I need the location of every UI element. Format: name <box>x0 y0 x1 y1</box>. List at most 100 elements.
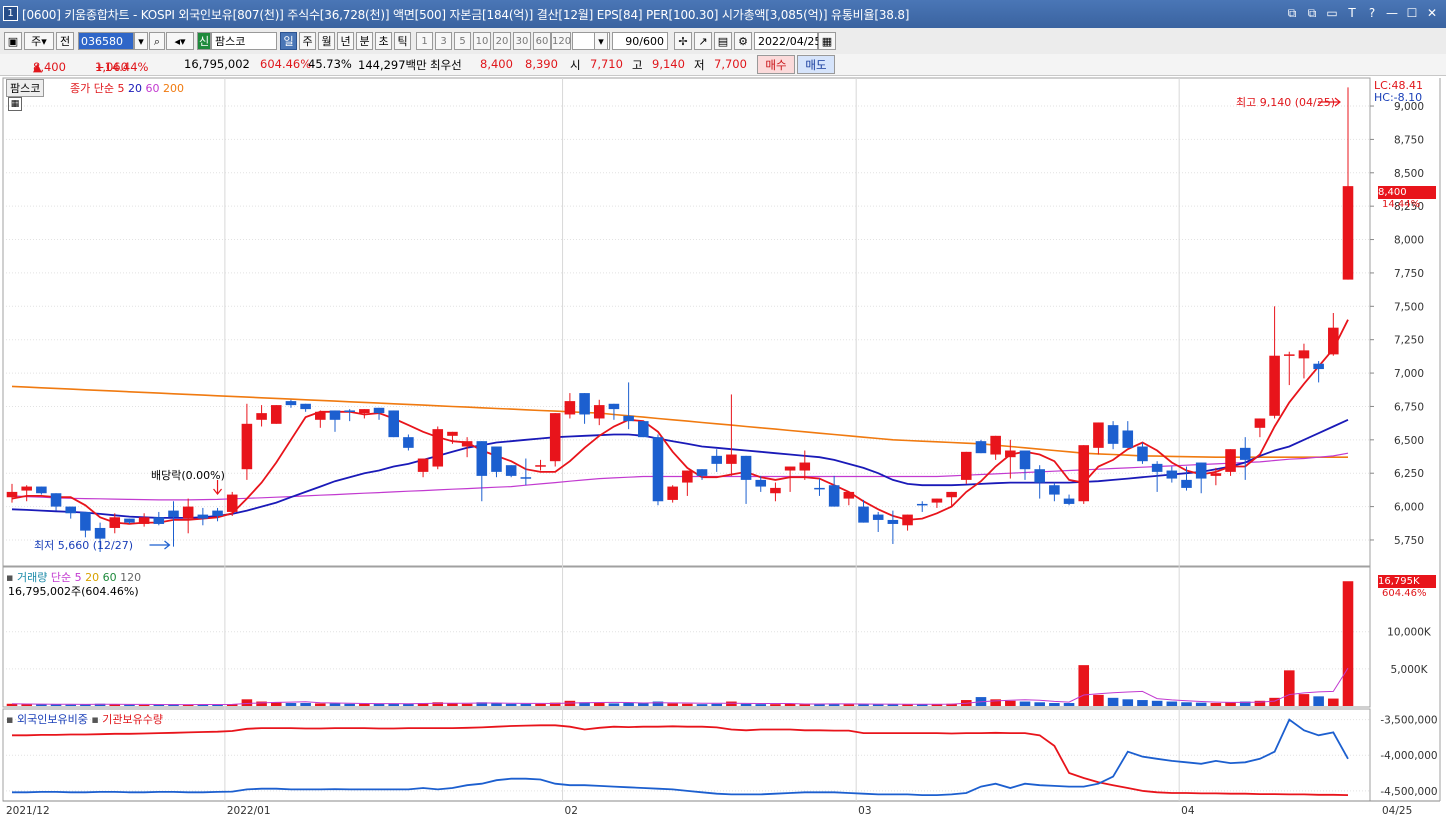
best-bid-label: 최우선 <box>430 58 462 72</box>
candle-body <box>1166 470 1178 479</box>
minimize-icon[interactable]: — <box>1384 5 1400 21</box>
count-field[interactable]: 90/600 <box>612 32 668 50</box>
tab-second[interactable]: 초 <box>375 32 392 50</box>
interval-20[interactable]: 20 <box>493 32 511 50</box>
ma5-line <box>11 319 1349 525</box>
prev-button[interactable]: 전 <box>56 32 74 50</box>
candle-body <box>285 401 297 406</box>
grid-toggle-icon[interactable]: ▦ <box>8 97 22 111</box>
candle-body <box>315 411 326 420</box>
quote-bar: 8,400 ▲ 1,060 +14.44% 16,795,002 604.46%… <box>0 54 1446 76</box>
candle-body <box>843 491 855 499</box>
interval-10[interactable]: 10 <box>473 32 491 50</box>
volume-value-note: 16,795,002주(604.46%) <box>8 585 139 598</box>
volume-bar <box>65 704 77 706</box>
period-select[interactable]: 주▾ <box>24 32 54 50</box>
crosshair-icon[interactable]: ✢ <box>674 32 692 50</box>
candle-body <box>168 510 179 518</box>
volume-bar <box>1151 700 1163 706</box>
interval-30[interactable]: 30 <box>513 32 531 50</box>
candle-body <box>226 494 238 512</box>
candle-body <box>109 517 121 528</box>
volume-panel-frame <box>2 566 1371 708</box>
tab-minute[interactable]: 분 <box>356 32 373 50</box>
candle-body <box>549 413 561 462</box>
tab-tick[interactable]: 틱 <box>394 32 411 50</box>
buy-button[interactable]: 매수 <box>757 55 795 74</box>
tab-day[interactable]: 일 <box>280 32 297 50</box>
interval-5[interactable]: 5 <box>454 32 471 50</box>
candle-body <box>799 462 811 471</box>
volume-bar <box>1122 699 1134 706</box>
candle-body <box>784 466 796 471</box>
help-icon[interactable]: ? <box>1364 5 1380 21</box>
settings-icon[interactable]: ⚙ <box>734 32 752 50</box>
volume-bar <box>1019 701 1031 706</box>
candle-body <box>814 487 825 490</box>
candle-body <box>461 441 473 447</box>
volume-bar <box>461 703 473 706</box>
volume-bar <box>770 704 781 706</box>
stock-code-input[interactable]: 036580 <box>78 32 134 50</box>
interval-1[interactable]: 1 <box>416 32 433 50</box>
calendar-icon[interactable]: ▦ <box>818 32 836 50</box>
stock-name-field[interactable]: 팜스코 <box>211 32 277 50</box>
institution-holding-line <box>12 724 1349 796</box>
stock-label: 팜스코 <box>6 79 45 97</box>
interval-3[interactable]: 3 <box>435 32 452 50</box>
candle-body <box>21 486 32 491</box>
volume-bar <box>359 703 370 706</box>
low-label: 저 <box>694 58 705 72</box>
window-controls: ⧉ ⧉ ▭ T ? — ☐ ✕ <box>1284 5 1440 21</box>
high-price: 9,140 <box>652 57 685 71</box>
turnover-rate: 45.73% <box>308 57 352 71</box>
tab-month[interactable]: 월 <box>318 32 335 50</box>
interval-dropdown-icon[interactable]: ▾ <box>594 32 608 50</box>
stock-chart[interactable]: 9,0008,7508,5008,2508,0007,7507,5007,250… <box>0 76 1446 820</box>
candle-body <box>623 415 634 422</box>
interval-60[interactable]: 60 <box>533 32 551 50</box>
sound-icon[interactable]: ◂▾ <box>166 32 194 50</box>
price-tick-label: 7,750 <box>1394 268 1424 280</box>
chart-menu-icon[interactable]: ▣ <box>4 32 22 50</box>
candle-body <box>711 455 722 464</box>
frame-icon[interactable]: ▭ <box>1324 5 1340 21</box>
last-price-tag: 8,400 <box>1378 186 1436 199</box>
volume-bar <box>1005 700 1016 706</box>
foreign-tick-label: -4,000,000 <box>1380 750 1437 762</box>
x-tick-label: 03 <box>858 805 871 817</box>
candle-body <box>1239 447 1251 460</box>
candle-body <box>946 491 957 498</box>
candle-body <box>682 470 693 483</box>
close-icon[interactable]: ✕ <box>1424 5 1440 21</box>
candle-body <box>931 498 943 503</box>
date-field[interactable]: 2022/04/25 <box>754 32 821 50</box>
volume-bar <box>1137 700 1148 706</box>
sell-button[interactable]: 매도 <box>797 55 835 74</box>
maximize-icon[interactable]: ☐ <box>1404 5 1420 21</box>
interval-120[interactable]: 120 <box>551 32 571 50</box>
search-icon[interactable]: ⌕ <box>149 32 165 50</box>
volume-bar <box>1298 694 1310 706</box>
font-icon[interactable]: T <box>1344 5 1360 21</box>
candle-body <box>491 446 502 472</box>
low-price: 7,700 <box>714 57 747 71</box>
chart-area[interactable]: 9,000 8,750 8,500 8,250 8,000 7,750 7,500 7,250… <box>0 76 1446 820</box>
candle-body <box>520 477 532 479</box>
volume-bar <box>241 699 253 706</box>
tab-week[interactable]: 주 <box>299 32 316 50</box>
link-icon[interactable]: ⧉ <box>1284 5 1300 21</box>
tab-year[interactable]: 년 <box>337 32 354 50</box>
candle-body <box>447 431 458 436</box>
last-volume-tag: 16,795K <box>1378 575 1436 588</box>
candle-body <box>359 409 370 414</box>
candle-body <box>961 451 972 480</box>
save-icon[interactable]: ▤ <box>714 32 732 50</box>
window-title: [0600] 키움종합차트 - KOSPI 외국인보유[807(천)] 주식수[… <box>22 8 910 22</box>
candle-body <box>197 514 209 519</box>
candle-body <box>696 469 708 476</box>
copy-icon[interactable]: ⧉ <box>1304 5 1320 21</box>
candle-body <box>256 413 267 420</box>
code-dropdown-icon[interactable]: ▾ <box>134 32 148 50</box>
trendline-icon[interactable]: ↗ <box>694 32 712 50</box>
